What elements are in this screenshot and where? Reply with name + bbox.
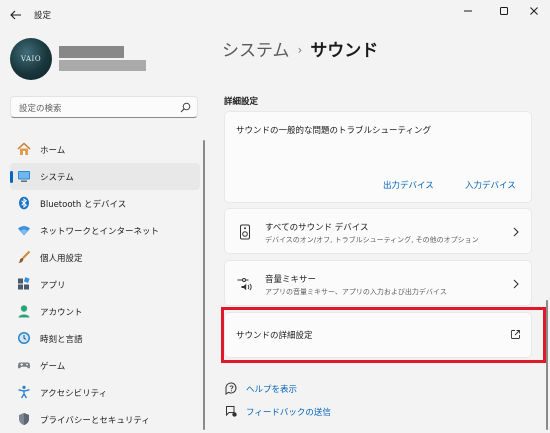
arrow-left-icon: [10, 10, 21, 20]
volume-mixer-icon: [237, 276, 253, 292]
page-title: サウンド: [310, 41, 379, 61]
advanced-sound-settings-title: サウンドの詳細設定: [236, 331, 313, 341]
get-help-label: ヘルプを表示: [246, 385, 298, 395]
sidebar-item-label: ゲーム: [40, 362, 66, 372]
breadcrumb-parent[interactable]: システム: [222, 41, 290, 61]
breadcrumb: システム › サウンド: [222, 36, 378, 61]
close-button[interactable]: [518, 0, 550, 22]
troubleshoot-card: サウンドの一般的な問題のトラブルシューティング 出力デバイス 入力デバイス: [224, 111, 532, 203]
avatar-logo-text: VAIO: [20, 55, 42, 63]
sidebar-item-label: 個人用設定: [40, 254, 83, 264]
system-icon: [17, 169, 31, 183]
section-title-advanced: 詳細設定: [224, 97, 259, 107]
apps-icon: [17, 277, 31, 291]
all-sound-devices-title: すべてのサウンド デバイス: [265, 223, 369, 233]
maximize-icon: [500, 7, 508, 15]
sidebar-item-apps[interactable]: アプリ: [10, 271, 200, 298]
main-scrollbar[interactable]: [546, 300, 548, 430]
troubleshoot-title: サウンドの一般的な問題のトラブルシューティング: [236, 126, 431, 136]
back-button[interactable]: [6, 5, 26, 25]
sidebar-item-personalization[interactable]: 個人用設定: [10, 244, 200, 271]
sidebar-item-label: ホーム: [40, 146, 66, 156]
bluetooth-icon: [17, 196, 31, 210]
sidebar-item-time-language[interactable]: 時刻と言語: [10, 325, 200, 352]
breadcrumb-separator: ›: [297, 43, 303, 57]
user-profile[interactable]: VAIO: [10, 38, 210, 82]
help-chat-icon: [225, 382, 238, 395]
sidebar-item-label: ネットワークとインターネット: [40, 227, 160, 237]
sidebar-item-label: アクセシビリティ: [40, 389, 108, 399]
brush-icon: [17, 250, 31, 264]
volume-mixer-row[interactable]: 音量ミキサー アプリの音量ミキサー、アプリの入力および出力デバイス: [224, 260, 532, 306]
sidebar-item-gaming[interactable]: ゲーム: [10, 352, 200, 379]
accessibility-icon: [17, 385, 31, 399]
sidebar-item-label: アプリ: [40, 281, 66, 291]
sidebar-item-label: Bluetooth とデバイス: [40, 200, 127, 210]
sidebar-item-system[interactable]: システム: [10, 163, 200, 190]
output-devices-button[interactable]: 出力デバイス: [383, 179, 434, 191]
volume-mixer-title: 音量ミキサー: [265, 275, 317, 285]
sidebar-item-accessibility[interactable]: アクセシビリティ: [10, 379, 200, 406]
account-icon: [17, 304, 31, 318]
close-icon: [530, 7, 538, 15]
volume-mixer-subtitle: アプリの音量ミキサー、アプリの入力および出力デバイス: [265, 288, 447, 296]
advanced-sound-settings-row[interactable]: サウンドの詳細設定: [224, 312, 532, 358]
feedback-icon: [225, 405, 238, 418]
send-feedback-label: フィードバックの送信: [246, 408, 331, 418]
chevron-right-icon: [513, 279, 519, 289]
search-icon: [180, 102, 191, 113]
all-sound-devices-row[interactable]: すべてのサウンド デバイス デバイスのオン/オフ, トラブルシューティング, そ…: [224, 208, 532, 254]
sidebar-item-accounts[interactable]: アカウント: [10, 298, 200, 325]
user-email-redacted: [59, 60, 146, 71]
sidebar-item-network[interactable]: ネットワークとインターネット: [10, 217, 200, 244]
sidebar-item-label: 時刻と言語: [40, 335, 83, 345]
speaker-icon: [237, 224, 253, 240]
home-icon: [17, 142, 31, 156]
gaming-icon: [17, 358, 31, 372]
sidebar-scrollbar[interactable]: [203, 140, 205, 430]
sidebar-item-label: プライバシーとセキュリティ: [40, 416, 150, 426]
sidebar-item-label: アカウント: [40, 308, 83, 318]
all-sound-devices-subtitle: デバイスのオン/オフ, トラブルシューティング, その他のオプション: [265, 236, 479, 244]
input-devices-button[interactable]: 入力デバイス: [465, 179, 516, 191]
user-name-redacted: [59, 46, 124, 58]
sidebar-item-label: システム: [40, 173, 74, 183]
sidebar-nav: ホーム システム Bluetooth とデバイス ネットワークとインターネット …: [10, 136, 200, 433]
title-bar: 設定: [0, 0, 550, 30]
sidebar-item-privacy-security[interactable]: プライバシーとセキュリティ: [10, 406, 200, 433]
chevron-right-icon: [513, 227, 519, 237]
sidebar-item-home[interactable]: ホーム: [10, 136, 200, 163]
network-icon: [17, 223, 31, 237]
app-title: 設定: [34, 11, 52, 21]
sidebar-item-bluetooth[interactable]: Bluetooth とデバイス: [10, 190, 200, 217]
search-input[interactable]: 設定の検索: [19, 102, 62, 114]
maximize-button[interactable]: [486, 0, 522, 22]
minimize-icon: [464, 10, 472, 12]
shield-icon: [17, 412, 31, 426]
search-box[interactable]: 設定の検索: [10, 96, 198, 118]
time-language-icon: [17, 331, 31, 345]
minimize-button[interactable]: [450, 0, 486, 22]
avatar: VAIO: [10, 38, 52, 80]
open-external-icon: [511, 330, 520, 339]
